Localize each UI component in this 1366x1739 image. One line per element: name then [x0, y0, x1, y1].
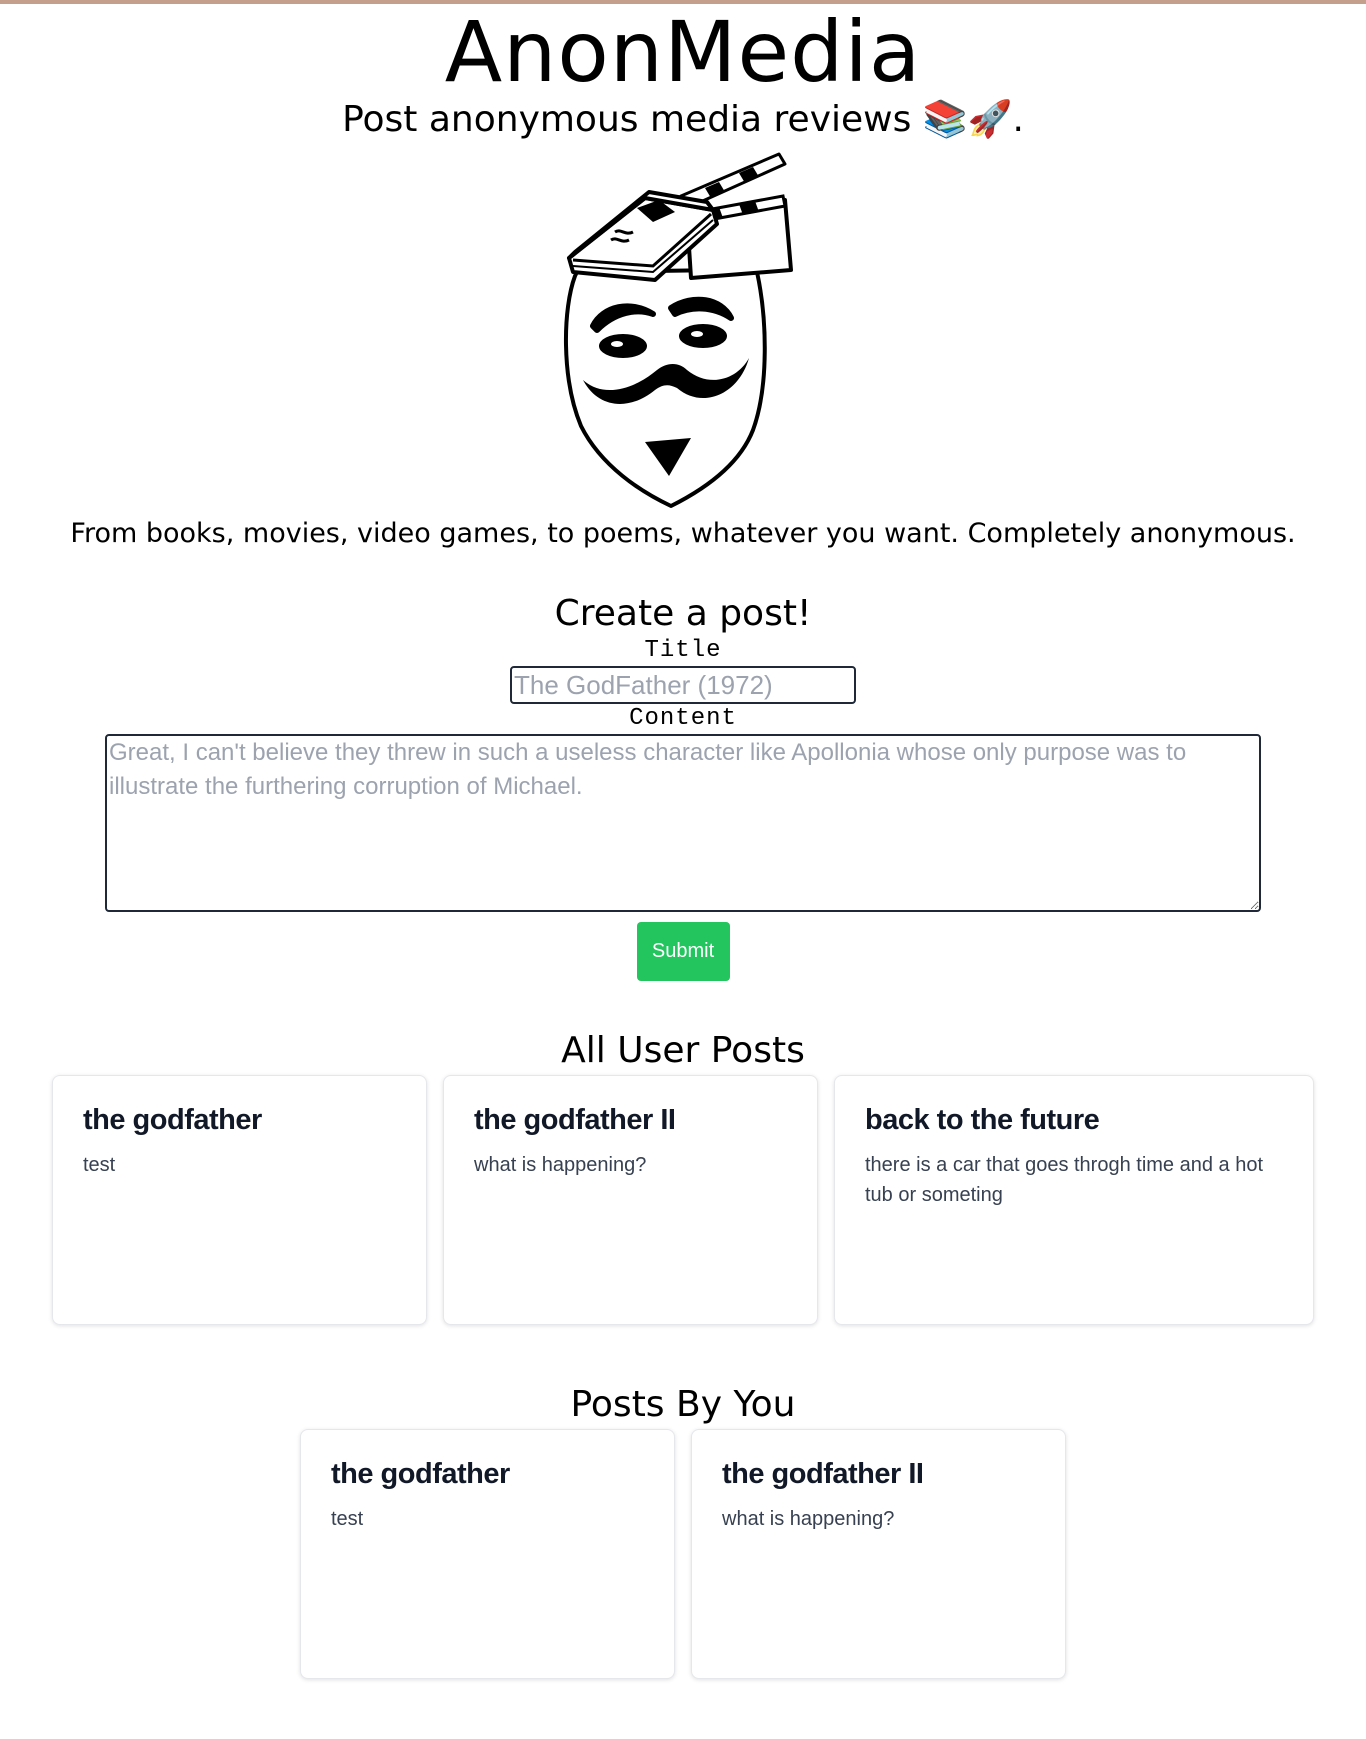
post-content: what is happening? [722, 1508, 895, 1530]
title-label: Title [644, 637, 722, 664]
content-label: Content [629, 705, 737, 732]
post-card: back to the future there is a car that g… [834, 1075, 1314, 1325]
post-card: the godfather test [300, 1429, 675, 1679]
create-post-form: Create a post! Title Content Submit [0, 592, 1366, 981]
submit-button[interactable]: Submit [636, 922, 730, 981]
title-input[interactable] [510, 666, 856, 704]
all-posts-list: the godfather test the godfather II what… [0, 1075, 1366, 1325]
post-content: there is a car that goes throgh time and… [865, 1154, 1264, 1206]
page: AnonMedia Post anonymous media reviews 📚… [0, 4, 1366, 1739]
content-textarea[interactable] [105, 734, 1261, 912]
intro-text: From books, movies, video games, to poem… [70, 518, 1296, 549]
my-posts-list: the godfather test the godfather II what… [0, 1429, 1366, 1679]
anonymous-mask-logo-icon [553, 148, 813, 512]
post-title: the godfather [331, 1458, 510, 1490]
header: AnonMedia Post anonymous media reviews 📚… [0, 4, 1366, 142]
create-post-heading: Create a post! [554, 593, 812, 634]
post-card: the godfather test [52, 1075, 427, 1325]
post-title: the godfather II [722, 1458, 924, 1490]
post-content: test [83, 1154, 116, 1176]
post-content: what is happening? [474, 1154, 647, 1176]
all-user-posts-heading: All User Posts [561, 1030, 805, 1071]
site-title: AnonMedia [444, 3, 922, 101]
posts-by-you-heading: Posts By You [570, 1384, 796, 1425]
posts-by-you-section: Posts By You the godfather test the godf… [0, 1383, 1366, 1679]
tagline: Post anonymous media reviews 📚🚀. [342, 99, 1024, 140]
post-title: back to the future [865, 1104, 1100, 1136]
post-title: the godfather II [474, 1104, 676, 1136]
all-user-posts-section: All User Posts the godfather test the go… [0, 1029, 1366, 1325]
post-content: test [331, 1508, 364, 1530]
post-title: the godfather [83, 1104, 262, 1136]
post-card: the godfather II what is happening? [691, 1429, 1066, 1679]
post-card: the godfather II what is happening? [443, 1075, 818, 1325]
